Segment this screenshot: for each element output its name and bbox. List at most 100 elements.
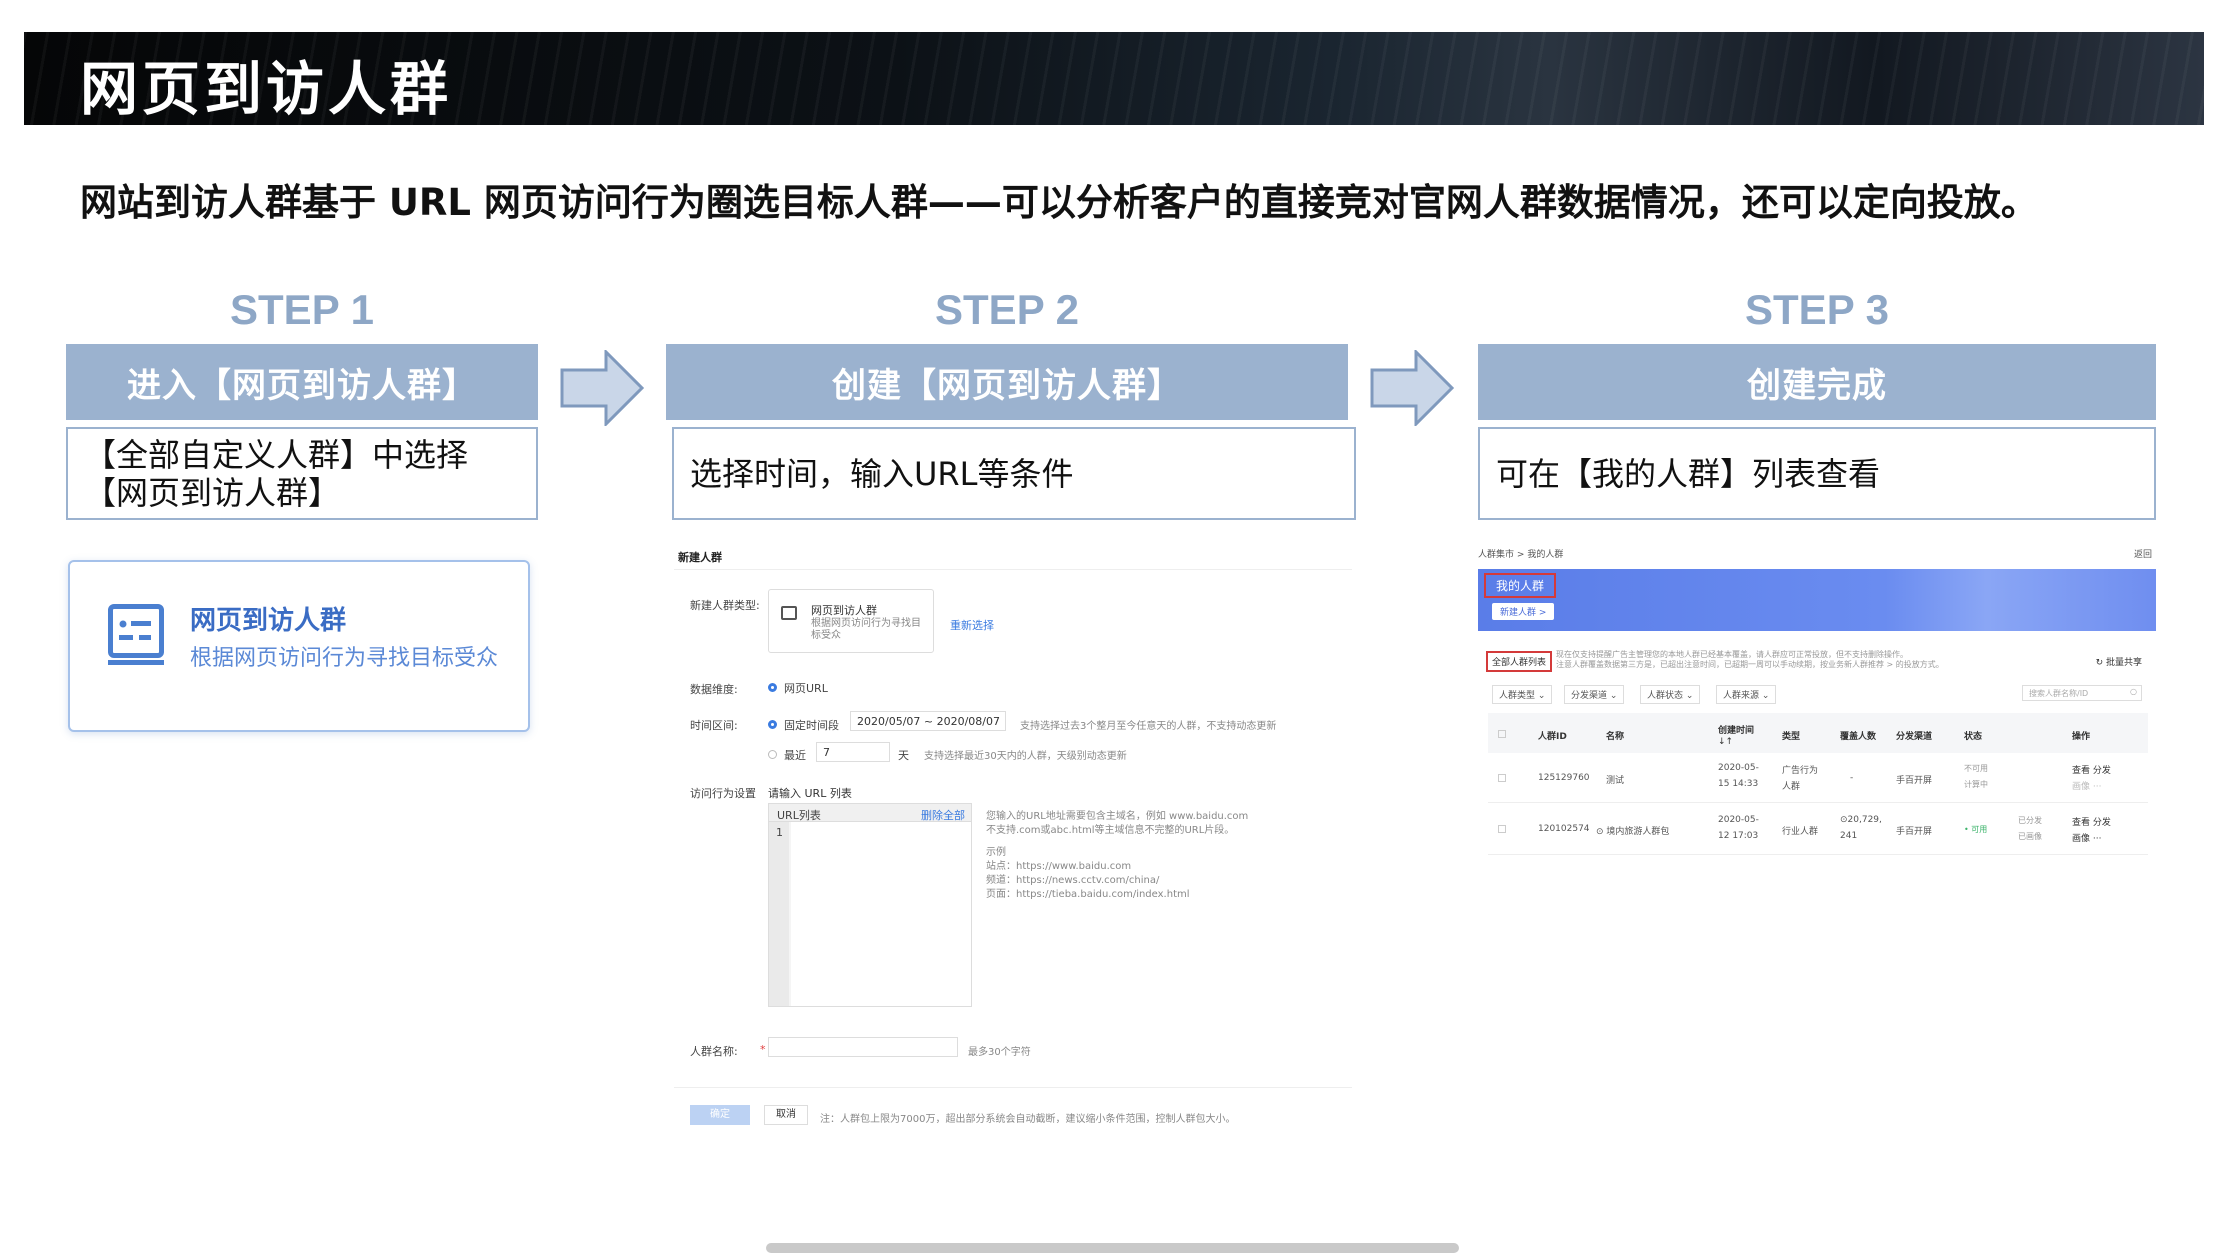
step-1-label: STEP 1	[230, 286, 374, 333]
back-link[interactable]: 返回	[2134, 547, 2152, 560]
col-ops: 操作	[2072, 732, 2091, 742]
step-2-desc: 选择时间，输入URL等条件	[672, 427, 1356, 520]
col-count: 覆盖人数	[1840, 732, 1877, 742]
row-channel: 手百开屏	[1896, 776, 1933, 786]
search-icon: ○	[2130, 687, 2137, 696]
row-checkbox[interactable]	[1498, 825, 1506, 833]
audience-card-icon	[108, 604, 164, 665]
search-input[interactable]: 搜索人群名称/ID ○	[2022, 685, 2142, 701]
recent-note: 支持选择最近30天内的人群，天级别动态更新	[924, 751, 1127, 762]
row-channel: 手百开屏	[1896, 827, 1933, 837]
recent-unit: 天	[898, 749, 909, 762]
row-count: ⊙20,729,	[1840, 815, 1882, 825]
row-profiled: 已画像	[2018, 832, 2042, 841]
row-time-2: 15 14:33	[1718, 779, 1759, 789]
date-range-input[interactable]: 2020/05/07 ~ 2020/08/07	[850, 711, 1006, 731]
title-banner: 网页到访人群	[24, 32, 2204, 125]
row-time-2: 12 17:03	[1718, 831, 1759, 841]
fixed-range-label: 固定时间段	[784, 719, 839, 732]
col-type: 类型	[1782, 732, 1801, 742]
row-ops[interactable]: 查看 分发	[2072, 763, 2111, 776]
confirm-button[interactable]: 确定	[690, 1105, 750, 1125]
footer-note: 注：人群包上限为7000万，超出部分系统会自动截断，建议缩小条件范围，控制人群包…	[820, 1114, 1236, 1125]
arrow-right-icon	[560, 350, 644, 426]
range-label: 时间区间:	[690, 719, 738, 732]
col-status: 状态	[1964, 732, 1983, 742]
row-ops[interactable]: 查看 分发	[2072, 815, 2111, 828]
row-status: 不可用	[1964, 764, 1988, 773]
row-time: 2020-05-	[1718, 763, 1759, 773]
hero-title: 我的人群	[1484, 573, 1557, 598]
clock-icon: ⊙	[1596, 827, 1604, 837]
page-title: 网页到访人群	[80, 55, 453, 123]
tab-all-audiences[interactable]: 全部人群列表	[1486, 651, 1553, 672]
row-count-2: 241	[1840, 831, 1858, 841]
dimension-label: 数据维度:	[690, 683, 738, 696]
form-heading: 新建人群	[678, 551, 722, 564]
row-type: 广告行为	[1782, 766, 1819, 776]
row-name: 测试	[1606, 776, 1625, 786]
new-audience-button[interactable]: 新建人群 >	[1492, 603, 1555, 620]
row-distributed: 已分发	[2018, 816, 2042, 825]
example-title: 示例	[986, 847, 1006, 858]
row-ops-2[interactable]: 画像 ···	[2072, 779, 2101, 792]
audience-card-icon	[781, 606, 797, 620]
row-status-2: 计算中	[1964, 780, 1988, 789]
col-id: 人群ID	[1538, 732, 1567, 742]
type-option[interactable]: 网页到访人群 根据网页访问行为寻找目标受众	[768, 589, 934, 653]
filter-source[interactable]: 人群来源 ⌄	[1716, 685, 1777, 704]
create-audience-form: 新建人群 新建人群类型: 网页到访人群 根据网页访问行为寻找目标受众 重新选择 …	[674, 545, 1352, 1135]
url-note-1: 您输入的URL地址需要包含主域名，例如 www.baidu.com	[986, 811, 1249, 822]
row-id: 125129760	[1538, 773, 1590, 783]
row-checkbox[interactable]	[1498, 774, 1506, 782]
line-number: 1	[776, 826, 783, 839]
step-3-desc: 可在【我的人群】列表查看	[1478, 427, 2156, 520]
hero-banner: 我的人群 新建人群 >	[1478, 569, 2156, 631]
row-type-2: 人群	[1782, 782, 1801, 792]
notice-line-2: 注意人群覆盖数据第三方是，已超出注意时间，已超期一周可以手动续期，按业务新人群推…	[1556, 660, 1944, 669]
type-desc: 根据网页访问行为寻找目标受众	[811, 618, 921, 641]
delete-all-link[interactable]: 删除全部	[921, 807, 965, 823]
filter-channel[interactable]: 分发渠道 ⌄	[1564, 685, 1625, 704]
table-header	[1488, 713, 2148, 753]
fixed-range-radio[interactable]	[768, 720, 777, 729]
cancel-button[interactable]: 取消	[764, 1105, 808, 1125]
name-input[interactable]	[768, 1037, 958, 1057]
row-id: 120102574	[1538, 824, 1590, 834]
batch-share-button[interactable]: ↻ 批量共享	[2096, 655, 2142, 668]
type-name: 网页到访人群	[811, 604, 877, 617]
step-1-desc: 【全部自定义人群】中选择【网页到访人群】	[66, 427, 538, 520]
row-ops-2[interactable]: 画像 ···	[2072, 831, 2101, 844]
col-name: 名称	[1606, 732, 1625, 742]
col-time[interactable]: 创建时间	[1718, 723, 1754, 736]
type-label: 新建人群类型:	[690, 599, 760, 612]
select-all-checkbox[interactable]	[1498, 730, 1506, 738]
recent-radio[interactable]	[768, 750, 777, 759]
url-list-textarea[interactable]: URL列表 删除全部 1	[768, 803, 972, 1007]
behavior-label: 访问行为设置	[690, 787, 756, 800]
audience-type-card[interactable]: 网页到访人群 根据网页访问行为寻找目标受众	[68, 560, 530, 732]
sort-icon[interactable]: ↓↑	[1718, 737, 1733, 747]
slide: 网页到访人群 网站到访人群基于 URL 网页访问行为圈选目标人群——可以分析客户…	[0, 0, 2220, 1260]
filter-status[interactable]: 人群状态 ⌄	[1640, 685, 1701, 704]
row-time: 2020-05-	[1718, 815, 1759, 825]
breadcrumb-market[interactable]: 人群集市	[1478, 550, 1514, 560]
step-2-label: STEP 2	[935, 286, 1079, 333]
name-label: 人群名称:	[690, 1045, 738, 1058]
step-1-title: 进入【网页到访人群】	[66, 344, 538, 420]
recent-days-input[interactable]: 7	[816, 742, 890, 762]
dimension-value: 网页URL	[784, 682, 828, 695]
reselect-link[interactable]: 重新选择	[950, 617, 994, 633]
breadcrumb-mine: 我的人群	[1527, 550, 1564, 560]
dimension-radio[interactable]	[768, 683, 777, 692]
col-channel: 分发渠道	[1896, 732, 1933, 742]
behavior-hint: 请输入 URL 列表	[768, 787, 852, 800]
url-list-header: URL列表	[777, 809, 821, 822]
card-subtitle: 根据网页访问行为寻找目标受众	[190, 646, 499, 671]
step-2-title: 创建【网页到访人群】	[666, 344, 1348, 420]
row-name: ⊙ 境内旅游人群包	[1596, 827, 1670, 837]
filter-type[interactable]: 人群类型 ⌄	[1492, 685, 1553, 704]
url-note-2: 不支持.com或abc.html等主域信息不完整的URL片段。	[986, 825, 1235, 836]
row-type: 行业人群	[1782, 827, 1819, 837]
horizontal-scrollbar[interactable]	[766, 1243, 1459, 1253]
